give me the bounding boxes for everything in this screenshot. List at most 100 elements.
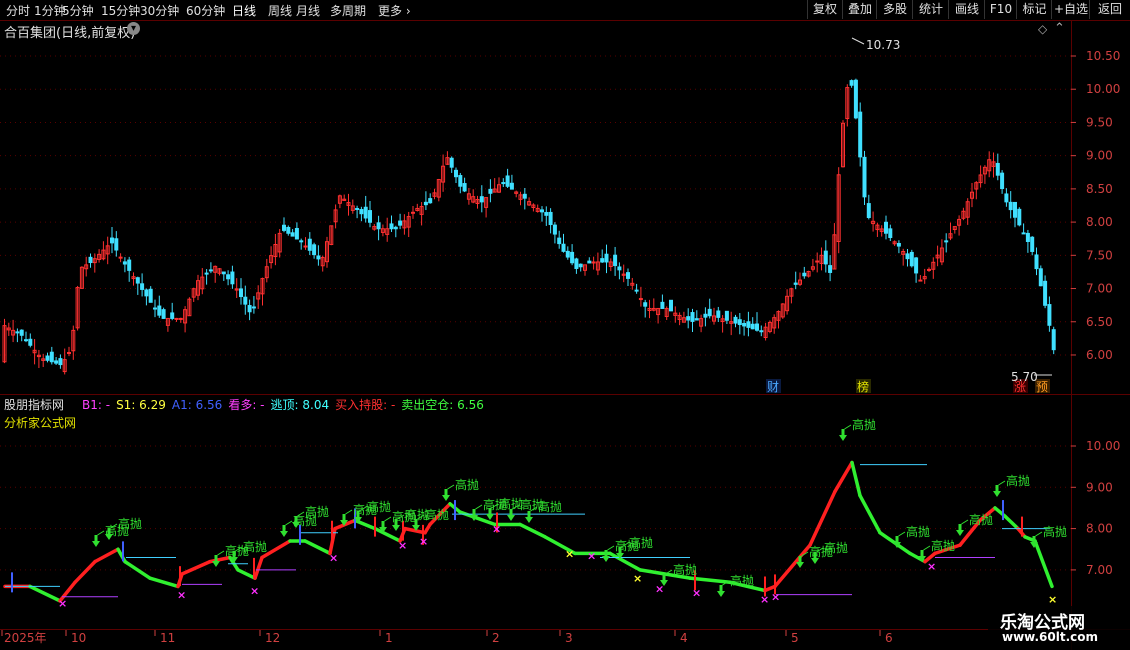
candle-body [454, 169, 458, 178]
candle-body [626, 272, 630, 279]
candle-body [552, 224, 557, 235]
stock-title[interactable]: 合百集团(日线,前复权) [4, 22, 135, 41]
indicator-line-segment [93, 547, 120, 564]
signal-leader [345, 509, 353, 515]
candle-body [823, 250, 828, 265]
down-arrow-icon [839, 429, 847, 441]
indicator-tick-label: 8.00 [1086, 522, 1113, 536]
candle-body [178, 317, 183, 320]
sell-cross-icon: × [771, 591, 780, 604]
price-tick-label: 10.50 [1086, 49, 1120, 63]
candle-body [660, 301, 665, 309]
candle-body [286, 226, 291, 234]
candle-body [114, 238, 119, 251]
xaxis-label: 2 [492, 631, 500, 645]
indicator-line-segment [1033, 539, 1054, 589]
signal-label: 高抛 [1006, 473, 1030, 488]
candle-body [428, 198, 433, 204]
signal-leader [97, 530, 105, 536]
candle-body [617, 266, 622, 271]
diamond-icon[interactable]: ◇ [1038, 22, 1047, 36]
candle-body [208, 269, 213, 272]
marker-3: 预 [1036, 380, 1048, 394]
candle-body [1038, 268, 1043, 287]
down-arrow-icon [92, 535, 100, 547]
candle-body [19, 329, 24, 336]
indicator-line-segment [180, 559, 212, 576]
down-arrow-icon [442, 489, 450, 501]
candle-body [862, 156, 867, 198]
candle-body [239, 288, 243, 298]
candle-body [157, 305, 162, 316]
indicator-tick-label: 9.00 [1086, 480, 1113, 494]
yellow-cross-icon: × [1048, 593, 1057, 606]
chart-canvas[interactable]: 10.50 10.00 9.50 9.00 8.50 8.00 7.50 7.00 6.50 6.… [0, 0, 1130, 650]
indicator-line-segment [808, 489, 837, 547]
candle-body [221, 271, 226, 275]
signal-label: 高抛 [730, 573, 754, 588]
candle-body [368, 210, 372, 223]
indicator-line-segment [833, 460, 854, 494]
price-tick-label: 7.50 [1086, 248, 1113, 262]
high-price-label: 10.73 [866, 38, 901, 52]
yellow-cross-icon: × [565, 547, 574, 560]
xaxis-label: 6 [885, 631, 893, 645]
candle-body [866, 203, 871, 218]
chevron-down-circle-icon[interactable]: ▾ [127, 22, 140, 35]
legend-item-3: 看多: - [228, 398, 265, 412]
candle-body [634, 289, 639, 292]
indicator-legend: B1: - S1: 6.29 A1: 6.56 看多: - 逃顶: 8.04 买入持股: … [82, 396, 490, 413]
signal-label: 高抛 [824, 540, 848, 555]
candle-body [303, 245, 308, 248]
candle-body [148, 288, 153, 303]
signal-label: 高抛 [969, 512, 993, 527]
sell-cross-icon: × [250, 585, 259, 598]
xaxis-label: 1 [385, 631, 393, 645]
indicator-line-segment [148, 576, 180, 589]
candle-body [707, 308, 712, 317]
price-tick-label: 8.00 [1086, 215, 1113, 229]
indicator-line-segment [858, 493, 882, 535]
candle-body [204, 272, 209, 275]
candle-body [462, 183, 467, 192]
signal-label: 高抛 [118, 516, 142, 531]
candle-body [122, 261, 127, 265]
candle-body [505, 175, 510, 187]
yellow-cross-icon: × [633, 572, 642, 585]
candle-body [15, 331, 20, 334]
price-tick-label: 10.00 [1086, 82, 1120, 96]
candle-body [750, 323, 755, 330]
candle-body [1000, 172, 1005, 190]
legend-item-0: B1: - [82, 398, 111, 412]
candle-body [294, 227, 299, 240]
indicator-line-segment [773, 543, 812, 589]
candle-body [118, 256, 123, 259]
candle-body [884, 221, 888, 234]
marker-0: 财 [767, 380, 779, 394]
signal-label: 高抛 [629, 535, 653, 550]
candle-body [918, 279, 923, 282]
indicator-line-segment [1003, 514, 1020, 531]
candle-body [1034, 254, 1039, 270]
indicator-name[interactable]: 股朋指标网 [4, 396, 64, 413]
candle-body [1047, 304, 1052, 326]
candle-body [858, 111, 863, 158]
candle-body [896, 242, 901, 247]
down-arrow-icon [525, 511, 533, 523]
collapse-chevron-icon[interactable]: ⌃ [1054, 21, 1065, 36]
candle-body [604, 253, 609, 263]
candle-body [290, 232, 295, 237]
signal-leader [285, 520, 293, 526]
candle-body [1051, 329, 1056, 351]
candle-body [110, 237, 114, 244]
candle-body [1021, 232, 1026, 235]
down-arrow-icon [212, 555, 220, 567]
candle-body [733, 316, 738, 324]
candle-body [161, 309, 166, 319]
candle-body [759, 330, 764, 333]
signal-label: 高抛 [1043, 524, 1067, 539]
legend-item-4: 逃顶: 8.04 [270, 398, 330, 412]
candle-body [127, 259, 132, 271]
low-price-label: 5.70 [1011, 370, 1038, 384]
legend-item-2: A1: 6.56 [171, 398, 223, 412]
